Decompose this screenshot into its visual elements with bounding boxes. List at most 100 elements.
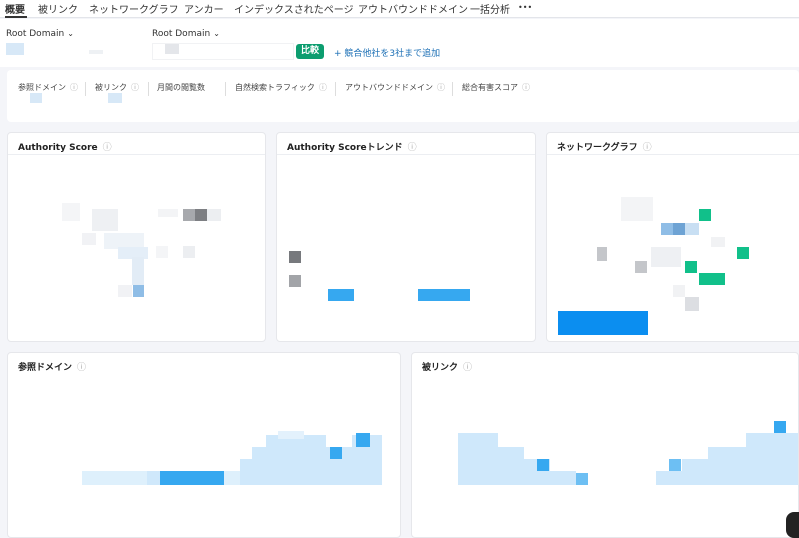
area-chart-segment [240,459,382,485]
area-chart-segment [458,433,498,485]
info-icon[interactable]: ⓘ [437,83,445,92]
trend-marker [289,275,301,287]
info-icon[interactable]: ⓘ [643,143,652,153]
metric-divider [225,82,226,96]
metric-toxic-score: 総合有害スコア ⓘ [462,83,530,92]
metrics-summary: 参照ドメイン ⓘ 被リンク ⓘ 月間の閲覧数 自然検索トラフィック ⓘ アウトバウンド… [7,70,799,122]
tab-overview[interactable]: 概要 [5,1,25,16]
metric-backlinks: 被リンク ⓘ [95,83,139,92]
more-tabs-button[interactable]: ••• [518,3,532,12]
area-chart-segment [278,431,304,439]
help-widget-icon[interactable] [786,512,799,538]
card-divider [8,154,265,155]
blurred-gauge [156,246,168,258]
domain-compare-bar [0,19,799,67]
metric-organic-traffic: 自然検索トラフィック ⓘ [235,83,327,92]
trend-bar [418,289,470,301]
area-chart-point [537,459,549,471]
compare-button[interactable]: 比較 [296,44,324,59]
domain-input-2[interactable] [152,43,294,60]
graph-node [699,209,711,221]
add-competitors-link[interactable]: + 競合他社を3社まで追加 [334,46,440,59]
tab-indexed-pages[interactable]: インデックスされたページ [234,1,354,16]
trend-bar [328,289,354,301]
graph-node [673,285,685,297]
authority-score-card: Authority Score ⓘ [7,132,266,342]
metric-divider [85,82,86,96]
metric-divider [452,82,453,96]
backlinks-card: 被リンク ⓘ [411,352,799,538]
blurred-gauge [183,246,195,258]
info-icon[interactable]: ⓘ [319,83,327,92]
area-chart-segment [498,447,524,485]
tab-backlinks[interactable]: 被リンク [38,1,78,16]
metric-value-referring-domains [30,93,42,103]
graph-node [635,261,647,273]
area-chart-segment [160,471,226,485]
area-chart-segment [550,471,576,485]
active-tab-indicator [5,16,27,18]
card-title: 参照ドメイン ⓘ [18,363,87,373]
info-icon[interactable]: ⓘ [103,143,112,153]
info-icon[interactable]: ⓘ [70,83,78,92]
authority-trend-card: Authority Scoreトレンド ⓘ [276,132,536,342]
domain-value-1 [6,43,24,55]
blurred-gauge [118,285,132,297]
card-divider [547,154,799,155]
blurred-gauge [82,233,96,245]
card-title: Authority Scoreトレンド ⓘ [287,143,417,153]
root-domain-selector-1[interactable]: Root Domain ⌄ [6,29,74,39]
info-icon[interactable]: ⓘ [131,83,139,92]
blurred-gauge [207,209,221,221]
graph-legend-bar [558,311,648,335]
tab-bulk-analysis[interactable]: 一括分析 [470,1,510,16]
graph-node [711,237,725,247]
network-graph-card: ネットワークグラフ ⓘ [546,132,799,342]
graph-node [699,273,725,285]
root-domain-selector-2[interactable]: Root Domain ⌄ [152,29,220,39]
info-icon[interactable]: ⓘ [408,143,417,153]
info-icon[interactable]: ⓘ [77,363,86,373]
area-chart-point [330,447,342,459]
blurred-gauge [62,203,80,221]
blurred-gauge [158,209,178,217]
tab-outbound-domains[interactable]: アウトバウンドドメイン [358,1,468,16]
graph-node [621,197,653,221]
graph-node [651,247,681,267]
card-title: ネットワークグラフ ⓘ [557,143,652,153]
trend-marker [289,251,301,263]
blurred-gauge [183,209,195,221]
card-divider [277,154,535,155]
info-icon[interactable]: ⓘ [463,363,472,373]
graph-node [685,223,699,235]
metric-outbound-domains: アウトバウンドドメイン ⓘ [345,83,445,92]
graph-node [737,247,749,259]
area-chart-point [774,421,786,433]
domain-input-2-value [165,44,179,54]
area-chart-segment [656,471,798,485]
tab-anchors[interactable]: アンカー [184,1,224,16]
graph-node [661,223,673,235]
graph-node [685,297,699,311]
area-chart-point [356,433,370,447]
metric-monthly-visits: 月間の閲覧数 [157,83,205,92]
graph-node [597,247,607,261]
root-domain-label-1: Root Domain [6,29,65,39]
area-chart-segment [708,447,798,461]
blurred-gauge [133,285,144,297]
area-chart-point [669,459,681,471]
graph-node [685,261,697,273]
top-tab-bar: 概要 被リンク ネットワークグラフ アンカー インデックスされたページ アウトバ… [0,0,799,18]
blurred-gauge [132,257,144,285]
tab-network-graph[interactable]: ネットワークグラフ [89,1,179,16]
chevron-down-icon: ⌄ [213,29,220,38]
card-title: 被リンク ⓘ [422,363,473,373]
graph-node [673,223,685,235]
info-icon[interactable]: ⓘ [522,83,530,92]
blurred-gauge [195,209,207,221]
blurred-gauge [92,209,118,231]
area-chart-segment [252,447,382,461]
metric-referring-domains: 参照ドメイン ⓘ [18,83,78,92]
area-chart-segment [224,471,240,485]
metric-value-backlinks [108,93,122,103]
